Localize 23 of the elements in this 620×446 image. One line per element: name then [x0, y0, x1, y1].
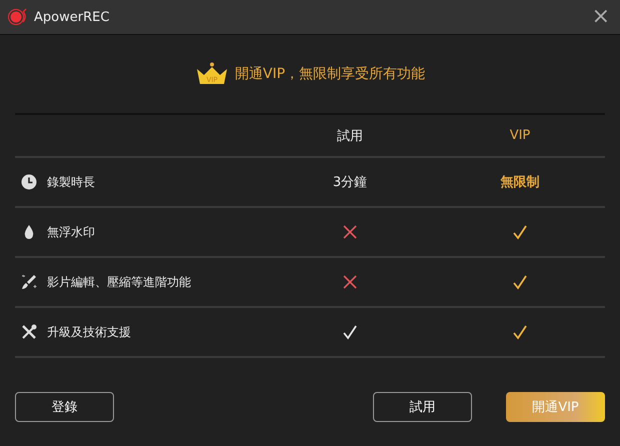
brush-icon [21, 274, 37, 290]
feature-label: 無浮水印 [47, 224, 95, 240]
check-icon [512, 224, 528, 240]
column-header: 試用 [336, 128, 364, 144]
column-header: VIP [508, 128, 532, 143]
table-cell-text: 3分鐘 [332, 174, 368, 191]
cross-icon [343, 275, 357, 289]
feature-label: 升級及技術支援 [47, 324, 131, 340]
check-icon [512, 274, 528, 290]
check-icon [342, 324, 358, 340]
login-button[interactable]: 登錄 [15, 392, 114, 422]
clock-icon [21, 174, 37, 190]
trial-button[interactable]: 試用 [373, 392, 472, 422]
feature-label: 錄製時長 [47, 174, 95, 190]
window-title: ApowerREC [34, 10, 110, 24]
cross-icon [343, 225, 357, 239]
feature-label: 影片編輯、壓縮等進階功能 [47, 274, 191, 290]
headline: 開通VIP，無限制享受所有功能 [234, 65, 426, 83]
check-icon [512, 324, 528, 340]
table-cell-text: 無限制 [500, 174, 540, 191]
record-logo-icon [8, 8, 28, 26]
close-button[interactable]: × [590, 6, 612, 28]
tools-icon [21, 324, 37, 340]
